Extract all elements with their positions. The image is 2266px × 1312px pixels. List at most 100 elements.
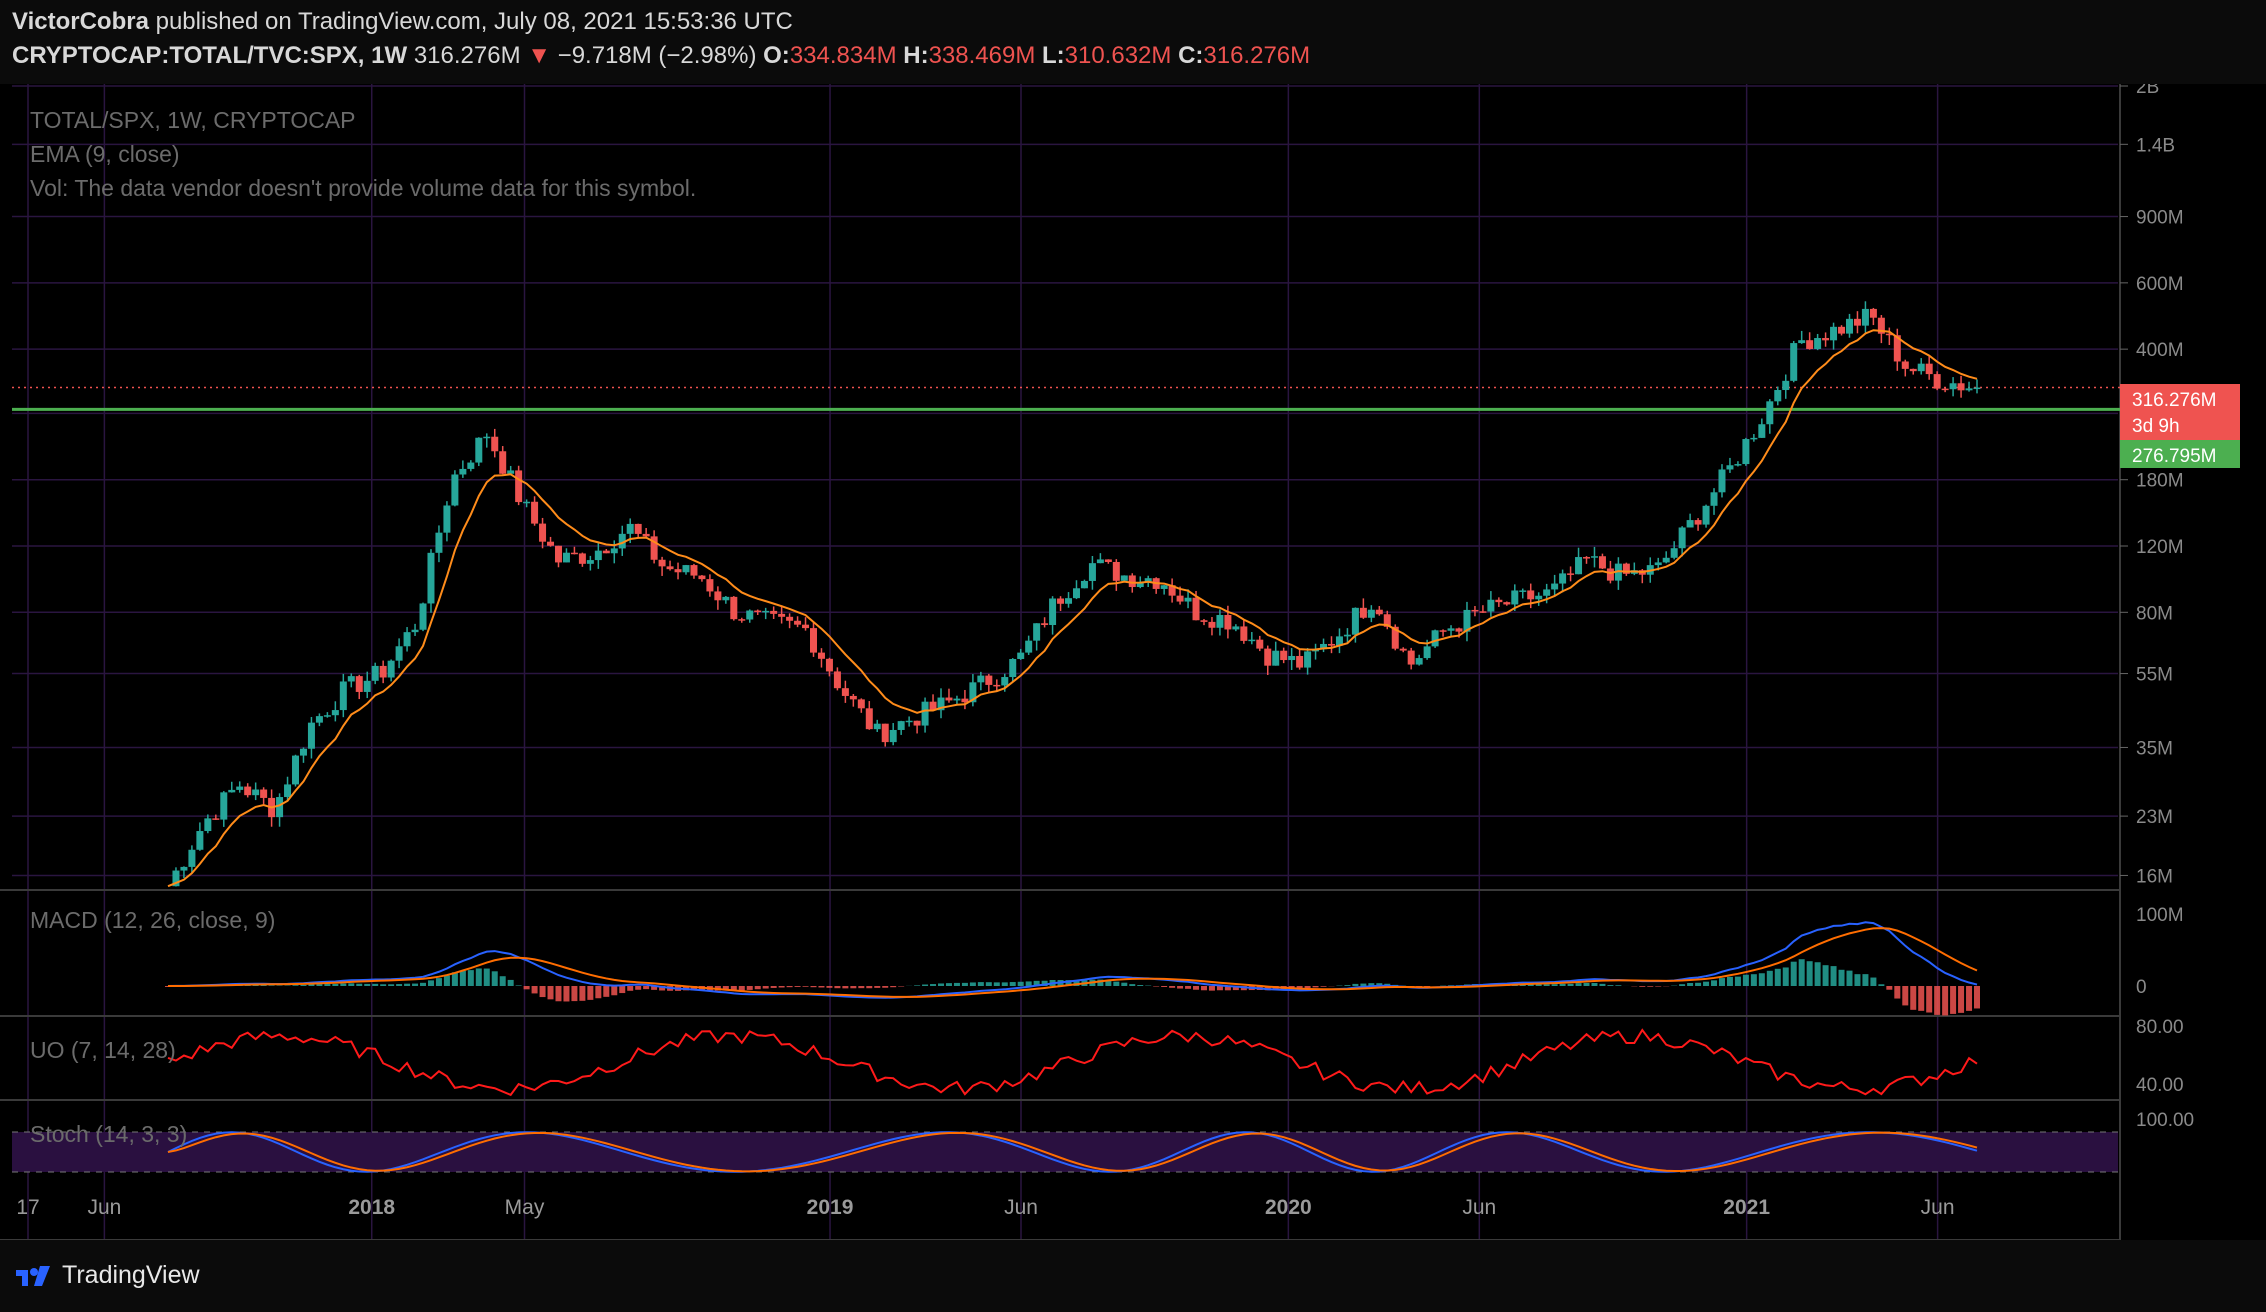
- macd-axis-label: 100M: [2136, 905, 2184, 926]
- price-axis-label: 1.4B: [2136, 135, 2175, 156]
- macd-histogram-bar: [1312, 986, 1319, 988]
- macd-histogram-bar: [1742, 974, 1749, 986]
- tradingview-logo-icon: [16, 1266, 50, 1286]
- macd-histogram-bar: [1838, 969, 1845, 986]
- price-chart[interactable]: 2B1.4B900M600M400M270M180M120M80M55M35M2…: [0, 84, 2266, 1240]
- candle: [515, 465, 523, 506]
- macd-histogram-bar: [810, 986, 817, 988]
- macd-histogram-bar: [1934, 986, 1941, 1015]
- macd-histogram-bar: [643, 986, 650, 990]
- macd-histogram-bar: [1687, 982, 1694, 986]
- candle: [292, 754, 300, 787]
- chart-background: [0, 84, 2266, 1240]
- macd-histogram-bar: [1567, 983, 1574, 986]
- candle: [1080, 579, 1088, 589]
- macd-histogram-bar: [523, 986, 530, 990]
- price-axis-label: 180M: [2136, 471, 2184, 492]
- macd-histogram-bar: [571, 986, 578, 1002]
- macd-histogram-bar: [842, 986, 849, 989]
- macd-histogram-bar: [1200, 986, 1207, 991]
- legend-symbol: TOTAL/SPX, 1W, CRYPTOCAP: [30, 107, 356, 133]
- low-label: L:: [1041, 42, 1065, 69]
- time-axis-label: Jun: [1462, 1196, 1496, 1219]
- macd-histogram-bar: [1543, 984, 1550, 986]
- macd-histogram-bar: [547, 986, 554, 1000]
- price-axis-label: 400M: [2136, 340, 2184, 361]
- candle: [1790, 340, 1798, 383]
- macd-histogram-bar: [1758, 973, 1765, 986]
- chart-header: VictorCobra published on TradingView.com…: [0, 0, 2266, 78]
- macd-histogram-bar: [1639, 986, 1646, 987]
- macd-histogram-bar: [1153, 986, 1160, 987]
- macd-histogram-bar: [1360, 983, 1367, 986]
- macd-histogram-bar: [443, 975, 450, 986]
- macd-histogram-bar: [1806, 961, 1813, 986]
- symbol-label: CRYPTOCAP:TOTAL/TVC:SPX, 1W: [12, 42, 408, 69]
- macd-histogram-bar: [938, 983, 945, 986]
- price-axis-label: 120M: [2136, 537, 2184, 558]
- macd-histogram-bar: [420, 982, 427, 986]
- macd-histogram-bar: [1025, 981, 1032, 986]
- macd-histogram-bar: [1703, 981, 1710, 986]
- macd-histogram-bar: [372, 983, 379, 986]
- macd-histogram-bar: [539, 986, 546, 998]
- time-axis-label: 2019: [807, 1196, 854, 1219]
- macd-histogram-bar: [1352, 983, 1359, 986]
- macd-histogram-bar: [491, 971, 498, 986]
- macd-histogram-bar: [914, 985, 921, 986]
- price-axis-label: 35M: [2136, 738, 2173, 759]
- macd-histogram-bar: [1208, 986, 1215, 991]
- macd-histogram-bar: [412, 983, 419, 986]
- macd-histogram-bar: [1894, 986, 1901, 999]
- macd-histogram-bar: [364, 983, 371, 986]
- macd-histogram-bar: [1974, 986, 1980, 1009]
- macd-histogram-bar: [324, 984, 331, 986]
- price-axis-label: 16M: [2136, 866, 2173, 887]
- open-label: O:: [763, 42, 790, 69]
- macd-histogram-bar: [1814, 962, 1821, 986]
- macd-histogram-bar: [1926, 986, 1933, 1013]
- uo-axis-label: 40.00: [2136, 1075, 2184, 1096]
- time-axis-label: Jun: [87, 1196, 121, 1219]
- macd-histogram-bar: [499, 976, 506, 986]
- macd-histogram-bar: [1647, 986, 1654, 987]
- footer-brand[interactable]: TradingView: [14, 1255, 200, 1295]
- high-label: H:: [903, 42, 929, 69]
- macd-histogram-bar: [1185, 986, 1192, 989]
- down-arrow-icon: ▼: [527, 42, 551, 69]
- macd-histogram-bar: [738, 986, 745, 991]
- macd-histogram-bar: [515, 985, 522, 986]
- stoch-axis-label: 100.00: [2136, 1110, 2194, 1131]
- time-axis-label: Jun: [1004, 1196, 1038, 1219]
- macd-histogram-bar: [754, 986, 761, 990]
- macd-histogram-bar: [332, 984, 339, 986]
- macd-histogram-bar: [619, 986, 626, 994]
- macd-histogram-bar: [1575, 983, 1582, 986]
- macd-histogram-bar: [945, 983, 952, 986]
- open-value: 334.834M: [789, 42, 897, 69]
- macd-histogram-bar: [1958, 986, 1965, 1013]
- macd-histogram-bar: [1129, 984, 1136, 986]
- candle: [1120, 575, 1128, 582]
- last-price: 316.276M: [413, 42, 521, 69]
- macd-histogram-bar: [1655, 986, 1662, 987]
- macd-histogram-bar: [1583, 982, 1590, 986]
- macd-histogram-bar: [834, 986, 841, 989]
- stoch-band: [12, 1132, 2118, 1172]
- macd-histogram-bar: [953, 982, 960, 986]
- macd-histogram-bar: [1551, 984, 1558, 986]
- macd-histogram-bar: [1782, 967, 1789, 986]
- author-name[interactable]: VictorCobra: [12, 8, 149, 35]
- macd-histogram-bar: [977, 982, 984, 986]
- macd-histogram-bar: [1798, 959, 1805, 986]
- macd-histogram-bar: [1966, 986, 1973, 1011]
- candle: [475, 437, 483, 467]
- macd-histogram-bar: [1695, 982, 1702, 986]
- time-axis-label: May: [505, 1196, 545, 1219]
- macd-histogram-bar: [507, 979, 514, 986]
- macd-histogram-bar: [404, 983, 411, 986]
- ohlc-line: CRYPTOCAP:TOTAL/TVC:SPX, 1W 316.276M ▼ −…: [12, 42, 1310, 70]
- stoch-pane: [12, 1131, 2118, 1173]
- price-axis-label: 600M: [2136, 274, 2184, 295]
- candle: [419, 602, 427, 632]
